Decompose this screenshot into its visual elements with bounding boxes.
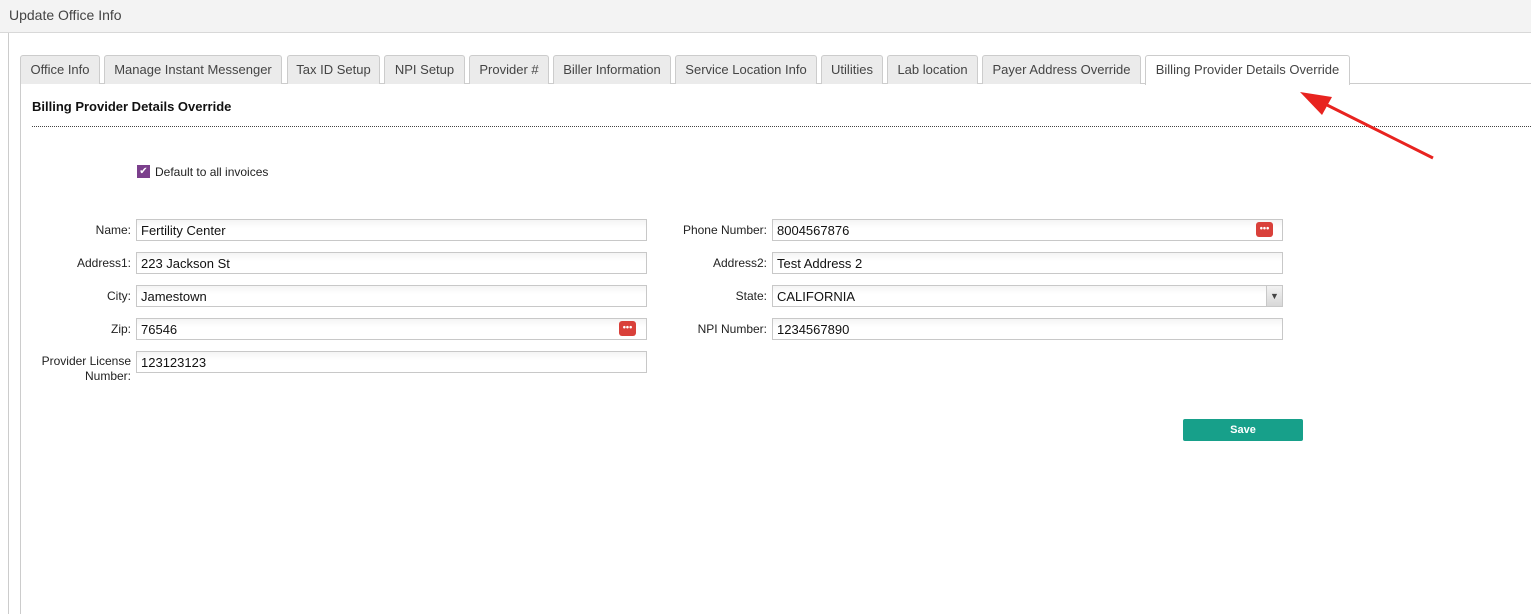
city-label: City: (107, 289, 131, 303)
page-header: Update Office Info (0, 0, 1531, 33)
tab-service-location-info[interactable]: Service Location Info (675, 55, 817, 84)
annotation-arrow-icon (1300, 92, 1434, 160)
npi-label: NPI Number: (697, 322, 767, 336)
license-label-line2: Number: (84, 369, 131, 383)
tab-utilities[interactable]: Utilities (821, 55, 883, 84)
tab-lab-location[interactable]: Lab location (887, 55, 978, 84)
page-title: Update Office Info (9, 7, 122, 23)
address2-label: Address2: (712, 256, 767, 270)
address1-label: Address1: (76, 256, 131, 270)
chevron-down-icon[interactable]: ▼ (1266, 286, 1282, 306)
npi-input[interactable]: 1234567890 (772, 318, 1283, 340)
state-select[interactable]: CALIFORNIA (772, 285, 1283, 307)
tab-office-info[interactable]: Office Info (20, 55, 100, 84)
section-title: Billing Provider Details Override (32, 99, 232, 114)
default-invoices-label: Default to all invoices (155, 165, 269, 179)
name-label: Name: (95, 223, 131, 237)
license-input[interactable]: 123123123 (136, 351, 647, 373)
address1-input[interactable]: 223 Jackson St (136, 252, 647, 274)
license-label-line1: Provider License (41, 354, 131, 368)
license-label: Provider License Number: (20, 354, 131, 384)
tab-biller-information[interactable]: Biller Information (553, 55, 671, 84)
zip-input[interactable]: 76546 (136, 318, 647, 340)
tab-manage-instant-messenger[interactable]: Manage Instant Messenger (104, 55, 282, 84)
tab-tax-id-setup[interactable]: Tax ID Setup (287, 55, 380, 84)
tab-npi-setup[interactable]: NPI Setup (384, 55, 465, 84)
default-invoices-checkbox[interactable]: ✔ (137, 165, 150, 178)
state-label: State: (735, 289, 767, 303)
tab-provider-number[interactable]: Provider # (469, 55, 549, 84)
phone-label: Phone Number: (682, 223, 767, 237)
tab-payer-address-override[interactable]: Payer Address Override (982, 55, 1141, 84)
address2-input[interactable]: Test Address 2 (772, 252, 1283, 274)
keyboard-icon[interactable]: ••• (1256, 222, 1273, 237)
save-button[interactable]: Save (1183, 419, 1303, 441)
tab-billing-provider-details-override[interactable]: Billing Provider Details Override (1145, 55, 1350, 85)
panel-border (20, 83, 21, 614)
zip-label: Zip: (110, 322, 131, 336)
city-input[interactable]: Jamestown (136, 285, 647, 307)
phone-input[interactable]: 8004567876 (772, 219, 1283, 241)
keyboard-icon[interactable]: ••• (619, 321, 636, 336)
name-input[interactable]: Fertility Center (136, 219, 647, 241)
